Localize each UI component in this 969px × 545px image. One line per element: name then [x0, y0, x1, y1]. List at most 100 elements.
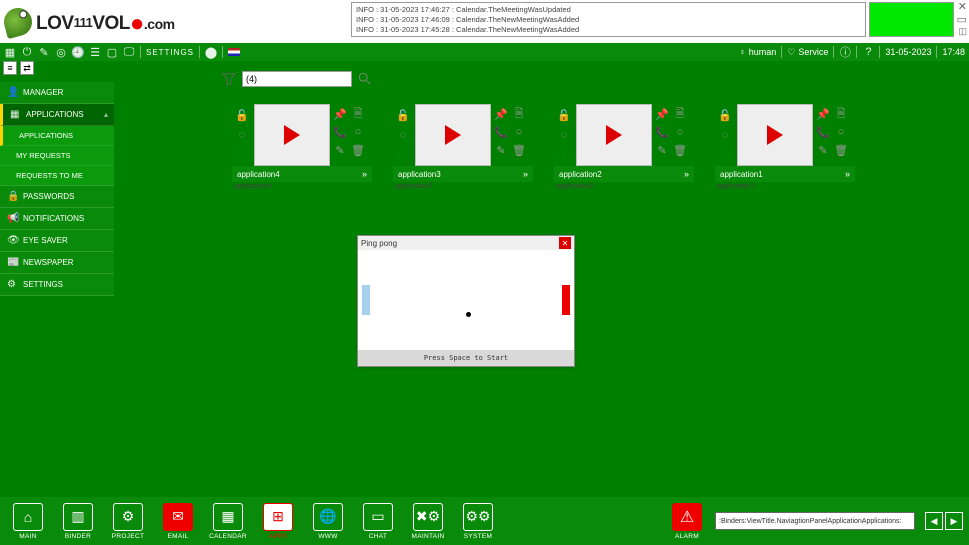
- trash-icon[interactable]: 🗑: [350, 142, 366, 158]
- sidebar-item-manager[interactable]: 👤MANAGER: [0, 82, 114, 104]
- sidebar-sub-requeststome[interactable]: REQUESTS TO ME: [0, 166, 114, 186]
- circle-icon[interactable]: ○: [672, 124, 688, 140]
- dock-email[interactable]: ✉EMAIL: [156, 500, 200, 542]
- swap-view-icon[interactable]: ⇄: [20, 61, 34, 75]
- phone-icon[interactable]: 📞: [815, 124, 831, 140]
- chevron-right-icon: »: [845, 169, 850, 179]
- window-icon[interactable]: ◫: [958, 26, 967, 37]
- card-title-bar[interactable]: application1»: [715, 166, 855, 182]
- box-icon[interactable]: ▢: [106, 46, 118, 59]
- target-icon[interactable]: ◎: [55, 46, 67, 59]
- edit-icon[interactable]: ✎: [493, 142, 509, 158]
- info-icon[interactable]: ⓘ: [556, 146, 572, 162]
- logo[interactable]: LOV111VOL●.com: [0, 0, 175, 43]
- service-indicator[interactable]: ♡Service: [787, 47, 828, 58]
- status-indicator: [869, 2, 954, 37]
- dock-calendar[interactable]: ▦CALENDAR: [206, 500, 250, 542]
- lock-icon[interactable]: 🔓: [556, 108, 572, 124]
- circle-icon[interactable]: ○: [350, 124, 366, 140]
- phone-icon[interactable]: 📞: [332, 124, 348, 140]
- pong-titlebar[interactable]: Ping pong ✕: [358, 236, 574, 250]
- sidebar-item-eyesaver[interactable]: 👁EYE SAVER: [0, 230, 114, 252]
- user-indicator[interactable]: ♀human: [739, 47, 776, 57]
- sidebar-sub-applications[interactable]: APPLICATIONS: [0, 126, 114, 146]
- flag-us-icon[interactable]: [228, 48, 240, 56]
- nav-next-button[interactable]: ▶: [945, 512, 963, 530]
- nav-prev-button[interactable]: ◀: [925, 512, 943, 530]
- circle-icon[interactable]: ○: [511, 124, 527, 140]
- stack-icon[interactable]: ☰: [89, 46, 101, 59]
- dotted-circle-icon[interactable]: ◌: [234, 127, 250, 143]
- sidebar-item-notifications[interactable]: 📢NOTIFICATIONS: [0, 208, 114, 230]
- dock-apps[interactable]: ⊞APPS: [256, 500, 300, 542]
- trash-icon[interactable]: 🗑: [672, 142, 688, 158]
- play-button[interactable]: [254, 104, 330, 166]
- dock-www[interactable]: 🌐WWW: [306, 500, 350, 542]
- dock-chat[interactable]: ▭CHAT: [356, 500, 400, 542]
- list-view-icon[interactable]: ≡: [3, 61, 17, 75]
- help-icon[interactable]: ?: [862, 46, 874, 58]
- sidebar-item-newspaper[interactable]: 📰NEWSPAPER: [0, 252, 114, 274]
- dotted-circle-icon[interactable]: ◌: [717, 127, 733, 143]
- pin-icon[interactable]: 📌: [332, 106, 348, 122]
- edit-icon[interactable]: ✎: [332, 142, 348, 158]
- tool-icon[interactable]: ✎: [38, 46, 50, 59]
- dock-system[interactable]: ⚙⚙SYSTEM: [456, 500, 500, 542]
- lock-icon[interactable]: 🔓: [395, 108, 411, 124]
- pin-icon[interactable]: 📌: [815, 106, 831, 122]
- sidebar-item-passwords[interactable]: 🔒PASSWORDS: [0, 186, 114, 208]
- card-title-bar[interactable]: application2»: [554, 166, 694, 182]
- pin-icon[interactable]: 📌: [493, 106, 509, 122]
- grid-icon[interactable]: ▦: [4, 46, 16, 59]
- funnel-icon[interactable]: [222, 72, 236, 86]
- play-button[interactable]: [737, 104, 813, 166]
- close-icon[interactable]: ✕: [559, 237, 571, 249]
- date-display: 31-05-2023: [885, 47, 931, 57]
- minimize-icon[interactable]: ▭: [957, 13, 967, 26]
- card-subtitle: application4: [232, 182, 372, 191]
- info-icon[interactable]: ⓘ: [234, 146, 250, 162]
- monitor-icon[interactable]: 🖵: [123, 46, 135, 59]
- lock-icon[interactable]: 🔓: [717, 108, 733, 124]
- edit-icon[interactable]: ✎: [654, 142, 670, 158]
- dock-main[interactable]: ⌂MAIN: [6, 500, 50, 542]
- doc-icon[interactable]: 🗎: [672, 106, 688, 122]
- dock-binder[interactable]: ▥BINDER: [56, 500, 100, 542]
- phone-icon[interactable]: 📞: [493, 124, 509, 140]
- play-button[interactable]: [576, 104, 652, 166]
- power-icon[interactable]: ⏻: [21, 46, 33, 59]
- doc-icon[interactable]: 🗎: [833, 106, 849, 122]
- trash-icon[interactable]: 🗑: [511, 142, 527, 158]
- doc-icon[interactable]: 🗎: [350, 106, 366, 122]
- info-icon[interactable]: ⓘ: [839, 44, 851, 60]
- trash-icon[interactable]: 🗑: [833, 142, 849, 158]
- sidebar-sub-myrequests[interactable]: MY REQUESTS: [0, 146, 114, 166]
- pin-icon[interactable]: 📌: [654, 106, 670, 122]
- lock-icon[interactable]: 🔓: [234, 108, 250, 124]
- pong-window[interactable]: Ping pong ✕ Press Space to Start: [357, 235, 575, 367]
- flag-pt-icon[interactable]: ⬤: [205, 46, 217, 59]
- pong-field[interactable]: [358, 250, 574, 350]
- dock-maintain[interactable]: ✖⚙MAINTAIN: [406, 500, 450, 542]
- card-title-bar[interactable]: application4»: [232, 166, 372, 182]
- sidebar-item-applications[interactable]: ▦APPLICATIONS▴: [0, 104, 114, 126]
- search-icon[interactable]: [358, 72, 372, 86]
- edit-icon[interactable]: ✎: [815, 142, 831, 158]
- doc-icon[interactable]: 🗎: [511, 106, 527, 122]
- info-icon[interactable]: ⓘ: [395, 146, 411, 162]
- dotted-circle-icon[interactable]: ◌: [556, 127, 572, 143]
- dock-alarm[interactable]: ⚠ALARM: [665, 500, 709, 542]
- close-icon[interactable]: ✕: [958, 0, 967, 13]
- play-button[interactable]: [415, 104, 491, 166]
- card-title-bar[interactable]: application3»: [393, 166, 533, 182]
- info-icon[interactable]: ⓘ: [717, 146, 733, 162]
- filter-input[interactable]: [242, 71, 352, 87]
- settings-link[interactable]: SETTINGS: [146, 48, 194, 57]
- sidebar-item-settings[interactable]: ⚙SETTINGS: [0, 274, 114, 296]
- phone-icon[interactable]: 📞: [654, 124, 670, 140]
- clock-icon[interactable]: 🕘: [72, 46, 84, 59]
- dotted-circle-icon[interactable]: ◌: [395, 127, 411, 143]
- circle-icon[interactable]: ○: [833, 124, 849, 140]
- calendar-icon: ▦: [213, 503, 243, 531]
- dock-project[interactable]: ⚙PROJECT: [106, 500, 150, 542]
